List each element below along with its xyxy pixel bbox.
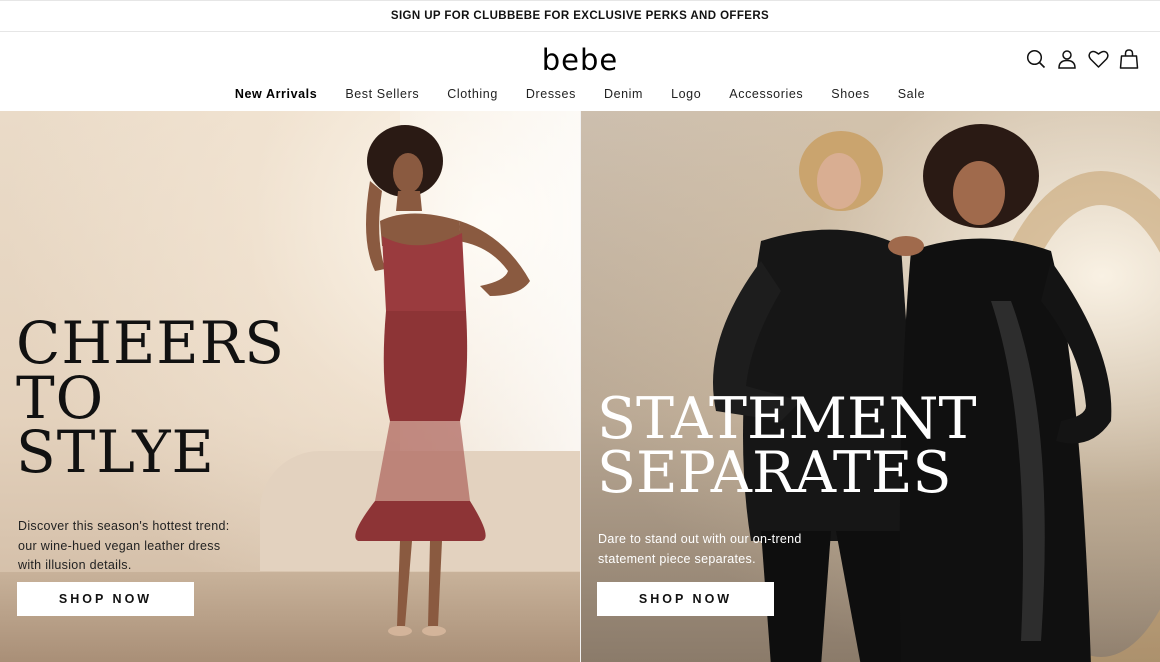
hero-left-description: Discover this season's hottest trend: ou… bbox=[18, 519, 230, 572]
nav-item-clothing[interactable]: Clothing bbox=[433, 87, 512, 101]
wishlist-heart-icon[interactable] bbox=[1087, 48, 1109, 70]
hero-right-description: Dare to stand out with our on-trend stat… bbox=[598, 532, 802, 566]
nav-item-shoes[interactable]: Shoes bbox=[817, 87, 883, 101]
nav-item-denim[interactable]: Denim bbox=[590, 87, 657, 101]
model-red-dress-image bbox=[355, 125, 530, 636]
account-icon[interactable] bbox=[1056, 48, 1078, 70]
nav-item-dresses[interactable]: Dresses bbox=[512, 87, 590, 101]
hero-left-banner[interactable]: CHEERS TO STLYE Discover this season's h… bbox=[0, 111, 580, 662]
search-icon[interactable] bbox=[1025, 48, 1047, 70]
shop-now-button-left[interactable]: SHOP NOW bbox=[17, 582, 194, 616]
shopping-bag-icon[interactable] bbox=[1118, 48, 1140, 70]
nav-item-best-sellers[interactable]: Best Sellers bbox=[331, 87, 433, 101]
nav-item-new-arrivals[interactable]: New Arrivals bbox=[221, 87, 331, 101]
promo-text[interactable]: SIGN UP FOR CLUBBEBE FOR EXCLUSIVE PERKS… bbox=[391, 10, 769, 22]
hero-right-banner[interactable]: STATEMENT SEPARATES Dare to stand out wi… bbox=[581, 111, 1160, 662]
brand-logo[interactable]: bebe bbox=[0, 42, 1160, 78]
nav-item-sale[interactable]: Sale bbox=[884, 87, 939, 101]
nav-item-logo[interactable]: Logo bbox=[657, 87, 715, 101]
hero-left-headline: CHEERS TO STLYE bbox=[16, 309, 286, 487]
header-icons bbox=[1025, 48, 1140, 70]
shop-now-button-right[interactable]: SHOP NOW bbox=[597, 582, 774, 616]
site-header: bebe New Arrivals Best Sellers Clothing … bbox=[0, 32, 1160, 111]
promo-banner[interactable]: SIGN UP FOR CLUBBEBE FOR EXCLUSIVE PERKS… bbox=[0, 0, 1160, 32]
hero-right-headline: STATEMENT SEPARATES bbox=[597, 386, 977, 506]
main-nav: New Arrivals Best Sellers Clothing Dress… bbox=[0, 87, 1160, 101]
nav-item-accessories[interactable]: Accessories bbox=[715, 87, 817, 101]
